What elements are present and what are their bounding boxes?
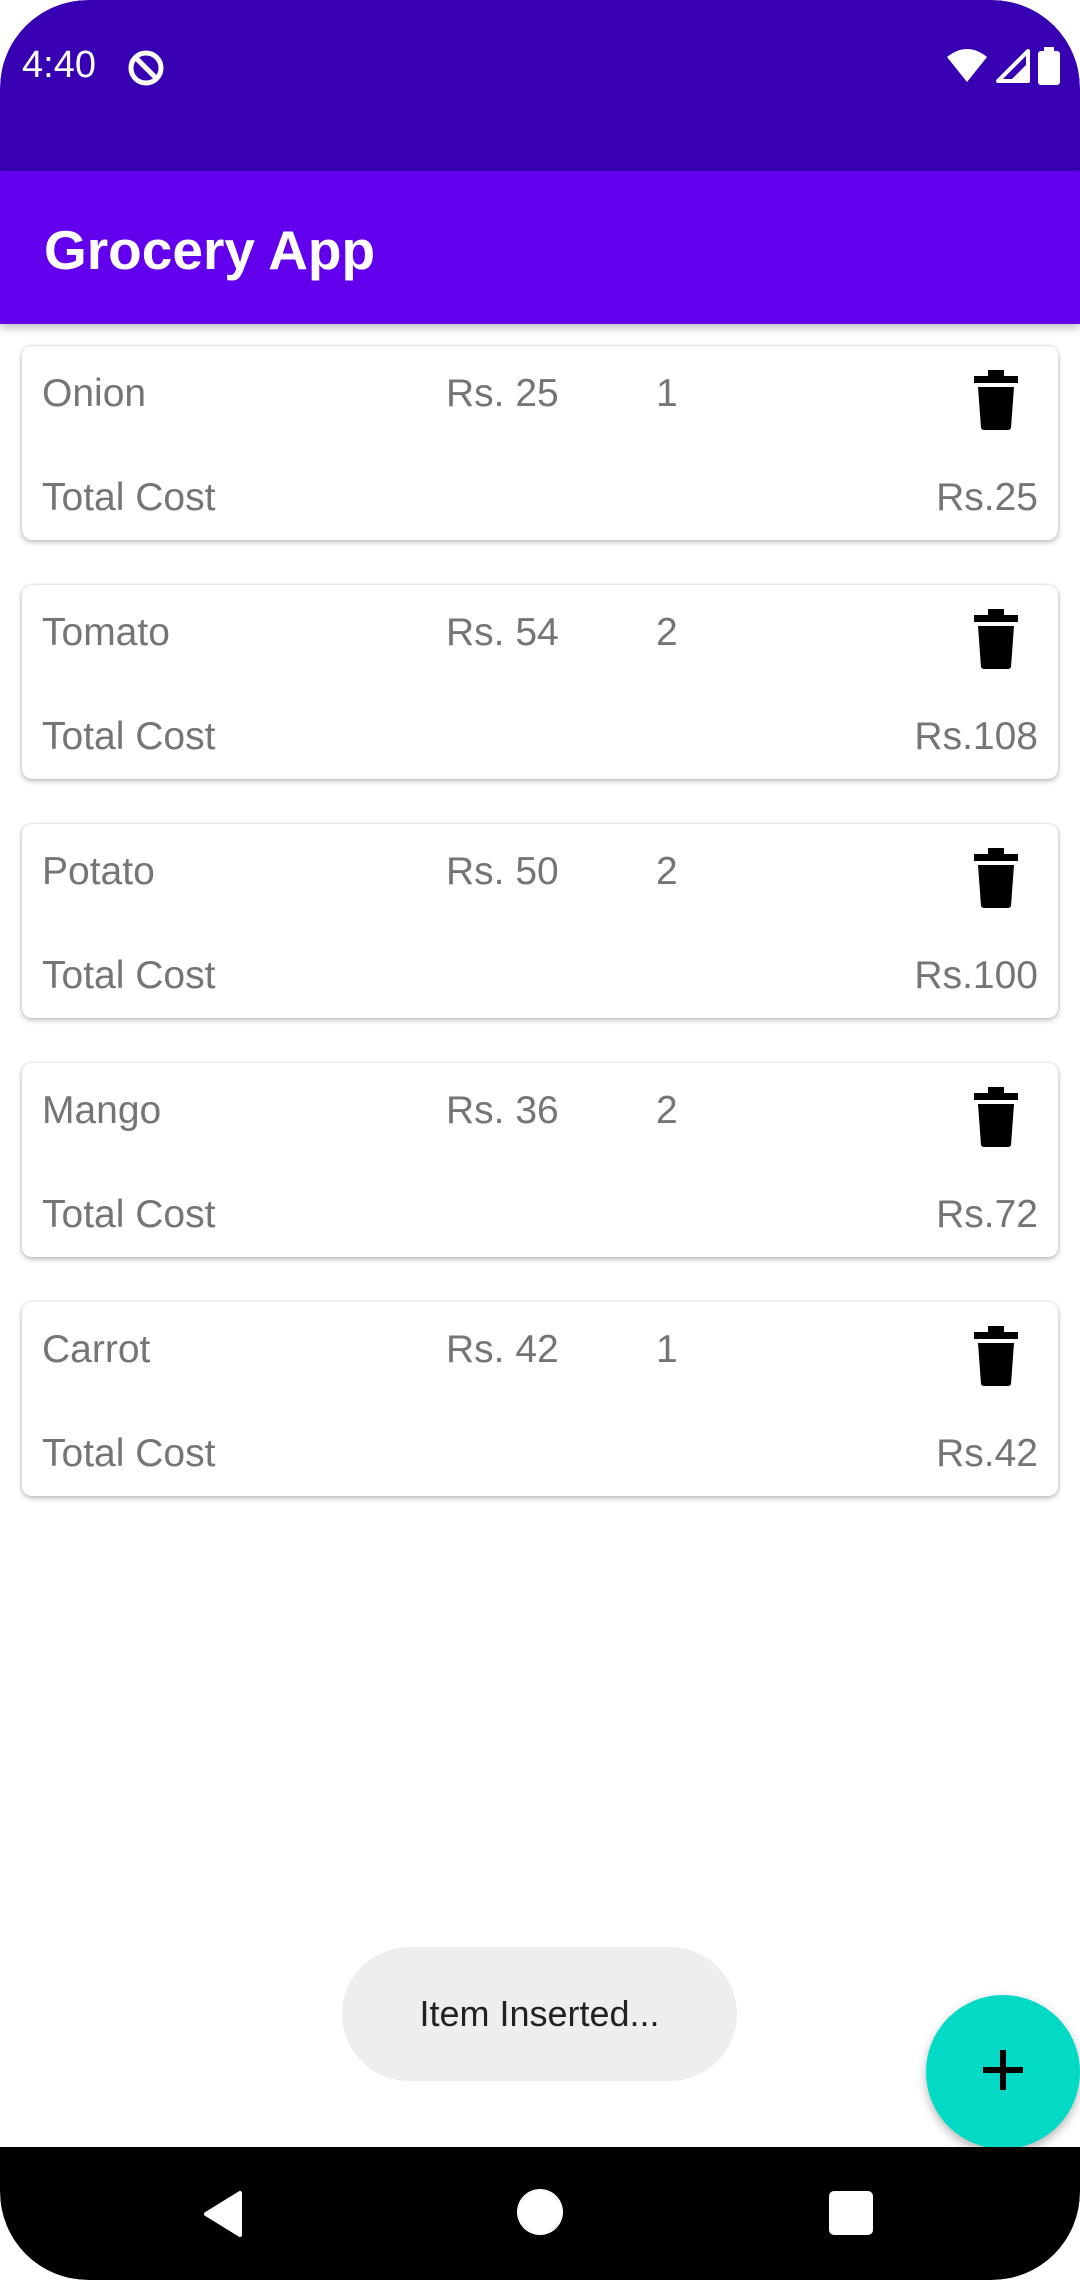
navigation-bar xyxy=(0,2147,1080,2280)
total-cost-label: Total Cost xyxy=(42,715,216,758)
total-cost-label: Total Cost xyxy=(42,1432,216,1475)
grocery-item-card: Carrot Rs. 42 1 Total Cost Rs.42 xyxy=(22,1302,1058,1496)
wifi-icon xyxy=(946,48,988,88)
grocery-item-card: Onion Rs. 25 1 Total Cost Rs.25 xyxy=(22,346,1058,540)
back-icon[interactable] xyxy=(200,2189,250,2239)
add-item-button[interactable] xyxy=(926,1995,1080,2149)
grocery-item-card: Tomato Rs. 54 2 Total Cost Rs.108 xyxy=(22,585,1058,779)
item-name: Tomato xyxy=(42,611,170,654)
total-cost-label: Total Cost xyxy=(42,476,216,519)
recents-icon[interactable] xyxy=(829,2191,873,2235)
item-quantity: 2 xyxy=(656,611,678,654)
item-quantity: 1 xyxy=(656,1328,678,1371)
item-price: Rs. 36 xyxy=(446,1089,559,1132)
total-cost-value: Rs.72 xyxy=(936,1193,1038,1236)
total-cost-value: Rs.25 xyxy=(936,476,1038,519)
plus-icon xyxy=(981,2048,1025,2097)
delete-icon[interactable] xyxy=(972,1326,1020,1386)
item-price: Rs. 25 xyxy=(446,372,559,415)
app-title: Grocery App xyxy=(44,219,376,281)
item-price: Rs. 50 xyxy=(446,850,559,893)
total-cost-value: Rs.100 xyxy=(914,954,1038,997)
delete-icon[interactable] xyxy=(972,370,1020,430)
delete-icon[interactable] xyxy=(972,848,1020,908)
item-name: Potato xyxy=(42,850,155,893)
delete-icon[interactable] xyxy=(972,609,1020,669)
item-quantity: 2 xyxy=(656,1089,678,1132)
phone-screen: 4:40 Grocery App Onion Rs. 25 1 Total Co… xyxy=(0,0,1080,2280)
total-cost-value: Rs.108 xyxy=(914,715,1038,758)
item-name: Mango xyxy=(42,1089,162,1132)
home-icon[interactable] xyxy=(517,2189,563,2235)
sync-icon xyxy=(126,48,166,88)
delete-icon[interactable] xyxy=(972,1087,1020,1147)
item-quantity: 1 xyxy=(656,372,678,415)
item-quantity: 2 xyxy=(656,850,678,893)
toast-message: Item Inserted... xyxy=(342,1947,737,2081)
grocery-item-card: Mango Rs. 36 2 Total Cost Rs.72 xyxy=(22,1063,1058,1257)
app-bar: Grocery App xyxy=(0,171,1080,324)
status-time: 4:40 xyxy=(22,44,96,86)
grocery-item-card: Potato Rs. 50 2 Total Cost Rs.100 xyxy=(22,824,1058,1018)
item-price: Rs. 42 xyxy=(446,1328,559,1371)
battery-icon xyxy=(1038,46,1060,90)
item-name: Carrot xyxy=(42,1328,151,1371)
status-icons xyxy=(946,46,1060,90)
signal-icon xyxy=(996,48,1030,88)
total-cost-value: Rs.42 xyxy=(936,1432,1038,1475)
item-price: Rs. 54 xyxy=(446,611,559,654)
status-bar: 4:40 xyxy=(0,0,1080,171)
total-cost-label: Total Cost xyxy=(42,1193,216,1236)
total-cost-label: Total Cost xyxy=(42,954,216,997)
item-name: Onion xyxy=(42,372,147,415)
